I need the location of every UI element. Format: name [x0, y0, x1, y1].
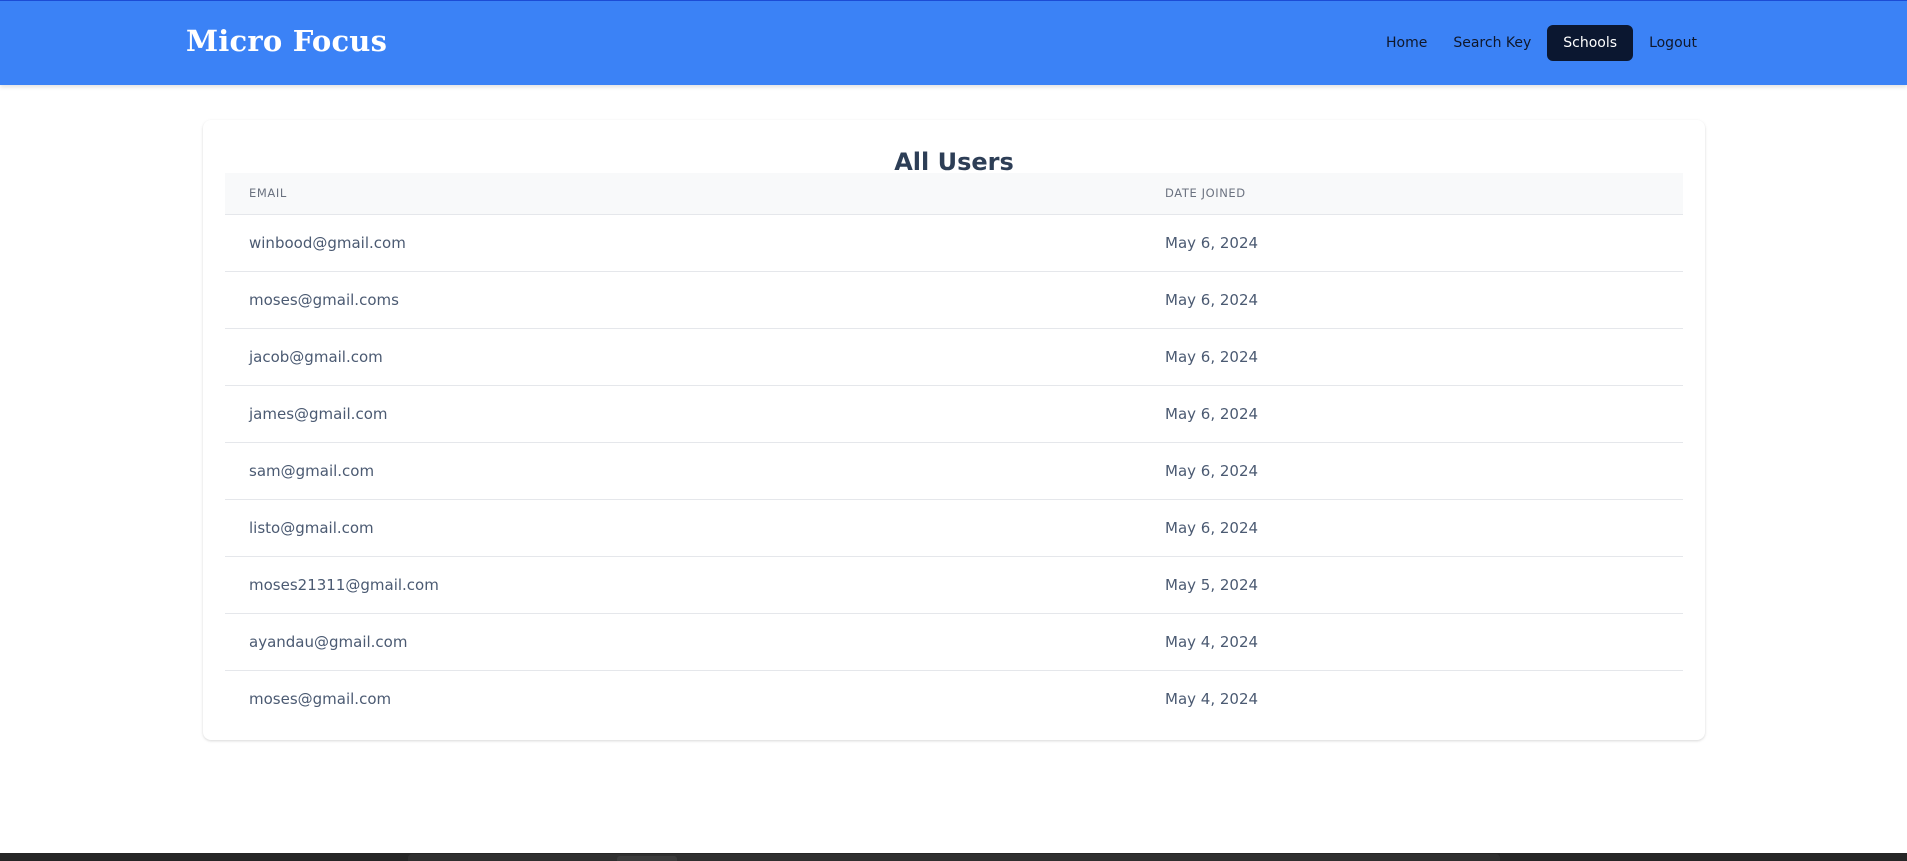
- date-joined-cell: May 4, 2024: [1141, 613, 1683, 671]
- nav-search-key-link[interactable]: Search Key: [1443, 25, 1541, 61]
- users-table: EMAIL DATE JOINED winbood@gmail.com May …: [225, 173, 1683, 727]
- email-cell: winbood@gmail.com: [225, 214, 1141, 272]
- date-joined-cell: May 6, 2024: [1141, 271, 1683, 329]
- nav-logout-link[interactable]: Logout: [1639, 25, 1707, 61]
- date-joined-cell: May 4, 2024: [1165, 689, 1259, 708]
- nav-home-link[interactable]: Home: [1376, 25, 1437, 61]
- email-cell: ayandau@gmail.com: [225, 613, 1141, 671]
- table-row: winbood@gmail.com May 6, 2024: [225, 214, 1683, 272]
- users-card: All Users EMAIL DATE JOINED winbood@gmai…: [203, 120, 1705, 740]
- table-header-row: EMAIL DATE JOINED: [225, 173, 1683, 215]
- nav-menu: Home Search Key Schools Logout: [1376, 25, 1707, 61]
- taskbar-tab-indicator: [617, 856, 677, 861]
- email-cell: moses@gmail.com: [249, 689, 392, 708]
- email-cell: listo@gmail.com: [225, 499, 1141, 557]
- date-joined-cell: May 6, 2024: [1141, 214, 1683, 272]
- date-joined-cell: May 6, 2024: [1141, 499, 1683, 557]
- nav-schools-link[interactable]: Schools: [1547, 25, 1634, 61]
- table-row: sam@gmail.com May 6, 2024: [225, 442, 1683, 500]
- table-row: james@gmail.com May 6, 2024: [225, 385, 1683, 443]
- table-row: ayandau@gmail.com May 4, 2024: [225, 613, 1683, 671]
- table-row: moses@gmail.coms May 6, 2024: [225, 271, 1683, 329]
- date-joined-cell: May 6, 2024: [1141, 442, 1683, 500]
- table-row: listo@gmail.com May 6, 2024: [225, 499, 1683, 557]
- email-cell: moses21311@gmail.com: [225, 556, 1141, 614]
- email-cell: moses@gmail.coms: [225, 271, 1141, 329]
- date-joined-cell: May 6, 2024: [1141, 385, 1683, 443]
- date-joined-cell: May 6, 2024: [1141, 328, 1683, 386]
- table-row: moses@gmail.com May 4, 2024: [225, 670, 1683, 727]
- page-title: All Users: [894, 148, 1014, 177]
- column-header-date-joined: DATE JOINED: [1141, 173, 1683, 215]
- table-row: jacob@gmail.com May 6, 2024: [225, 328, 1683, 386]
- email-cell: jacob@gmail.com: [225, 328, 1141, 386]
- brand-logo[interactable]: Micro Focus: [186, 24, 387, 58]
- email-cell: james@gmail.com: [225, 385, 1141, 443]
- column-header-email: EMAIL: [225, 173, 1141, 215]
- email-cell: sam@gmail.com: [225, 442, 1141, 500]
- navbar: Micro Focus Home Search Key Schools Logo…: [0, 1, 1907, 85]
- taskbar-window-tab[interactable]: [408, 854, 1500, 861]
- date-joined-cell: May 5, 2024: [1141, 556, 1683, 614]
- table-row: moses21311@gmail.com May 5, 2024: [225, 556, 1683, 614]
